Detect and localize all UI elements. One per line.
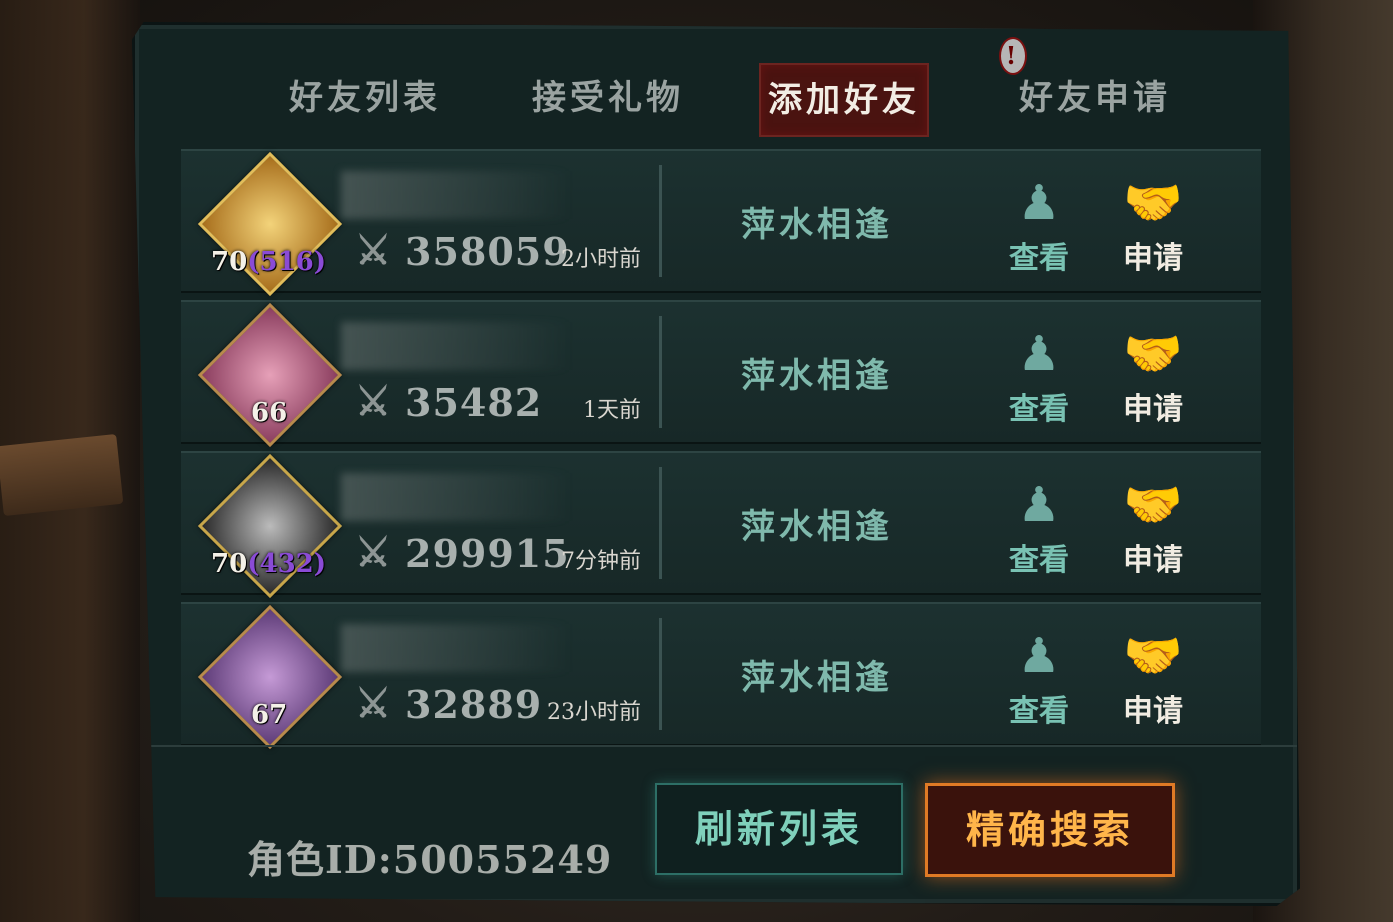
list-item: 70(432) ⚔ 299915 7分钟前 萍水相逢 ♟ 查看 🤝 申请 <box>181 451 1261 599</box>
apply-label: 申请 <box>1123 241 1183 276</box>
apply-button[interactable]: 🤝 申请 <box>1113 626 1193 730</box>
view-button[interactable]: ♟ 查看 <box>999 475 1079 579</box>
crossed-swords-icon: ⚔ <box>355 227 391 274</box>
tab-friend-list[interactable]: 好友列表 <box>285 63 445 133</box>
player-level: 70(432) <box>211 549 326 579</box>
view-label: 查看 <box>1009 241 1069 276</box>
tab-bar: 好友列表 接受礼物 添加好友 ! 好友申请 <box>135 37 1297 143</box>
last-online: 1天前 <box>583 398 641 423</box>
friends-panel: 好友列表 接受礼物 添加好友 ! 好友申请 70(516) ⚔ 358059 2… <box>132 22 1300 906</box>
player-name-obscured <box>341 624 571 672</box>
last-online: 23小时前 <box>547 700 641 725</box>
last-online: 7分钟前 <box>561 549 641 574</box>
divider <box>659 618 662 730</box>
figure-icon: ♟ <box>1017 628 1061 684</box>
view-button[interactable]: ♟ 查看 <box>999 173 1079 277</box>
apply-button[interactable]: 🤝 申请 <box>1113 324 1193 428</box>
divider <box>659 316 662 428</box>
handshake-icon: 🤝 <box>1123 477 1183 533</box>
vip-level: (516) <box>247 247 327 277</box>
level-number: 70 <box>211 247 248 277</box>
player-name-obscured <box>341 171 571 219</box>
relation-status: 萍水相逢 <box>741 205 893 245</box>
combat-power: 299915 <box>405 531 570 576</box>
refresh-list-button[interactable]: 刷新列表 <box>655 783 903 875</box>
list-item: 70(516) ⚔ 358059 2小时前 萍水相逢 ♟ 查看 🤝 申请 <box>181 149 1261 297</box>
combat-power: 32889 <box>405 682 543 727</box>
handshake-icon: 🤝 <box>1123 326 1183 382</box>
view-button[interactable]: ♟ 查看 <box>999 324 1079 428</box>
level-number: 70 <box>211 549 248 579</box>
tab-friend-requests[interactable]: ! 好友申请 <box>999 37 1175 133</box>
player-level: 66 <box>251 398 287 428</box>
player-name-obscured <box>341 473 571 521</box>
apply-button[interactable]: 🤝 申请 <box>1113 173 1193 277</box>
tab-receive-gifts[interactable]: 接受礼物 <box>528 63 688 133</box>
friend-candidate-list: 70(516) ⚔ 358059 2小时前 萍水相逢 ♟ 查看 🤝 申请 66 … <box>181 149 1261 753</box>
combat-power: 35482 <box>405 380 543 425</box>
role-id: 角色ID:50055249 <box>247 837 613 882</box>
figure-icon: ♟ <box>1017 477 1061 533</box>
crossed-swords-icon: ⚔ <box>355 378 391 425</box>
background-plank <box>0 433 124 517</box>
panel-footer: 角色ID:50055249 刷新列表 精确搜索 <box>135 745 1297 897</box>
divider <box>659 165 662 277</box>
player-level: 70(516) <box>211 247 326 277</box>
player-name-obscured <box>341 322 571 370</box>
combat-power: 358059 <box>405 229 570 274</box>
view-label: 查看 <box>1009 392 1069 427</box>
relation-status: 萍水相逢 <box>741 658 893 698</box>
view-button[interactable]: ♟ 查看 <box>999 626 1079 730</box>
tab-add-friend[interactable]: 添加好友 <box>759 63 929 137</box>
divider <box>659 467 662 579</box>
view-label: 查看 <box>1009 543 1069 578</box>
tab-friend-requests-label: 好友申请 <box>1019 78 1171 118</box>
view-label: 查看 <box>1009 694 1069 729</box>
apply-label: 申请 <box>1123 392 1183 427</box>
vip-level: (432) <box>247 549 327 579</box>
level-number: 66 <box>251 398 288 428</box>
apply-label: 申请 <box>1123 694 1183 729</box>
level-number: 67 <box>251 700 288 730</box>
crossed-swords-icon: ⚔ <box>355 680 391 727</box>
list-item: 66 ⚔ 35482 1天前 萍水相逢 ♟ 查看 🤝 申请 <box>181 300 1261 448</box>
handshake-icon: 🤝 <box>1123 175 1183 231</box>
crossed-swords-icon: ⚔ <box>355 529 391 576</box>
alert-icon: ! <box>999 37 1027 75</box>
last-online: 2小时前 <box>561 247 641 272</box>
apply-button[interactable]: 🤝 申请 <box>1113 475 1193 579</box>
figure-icon: ♟ <box>1017 326 1061 382</box>
apply-label: 申请 <box>1123 543 1183 578</box>
relation-status: 萍水相逢 <box>741 356 893 396</box>
player-level: 67 <box>251 700 287 730</box>
list-item: 67 ⚔ 32889 23小时前 萍水相逢 ♟ 查看 🤝 申请 <box>181 602 1261 750</box>
relation-status: 萍水相逢 <box>741 507 893 547</box>
handshake-icon: 🤝 <box>1123 628 1183 684</box>
figure-icon: ♟ <box>1017 175 1061 231</box>
exact-search-button[interactable]: 精确搜索 <box>925 783 1175 877</box>
